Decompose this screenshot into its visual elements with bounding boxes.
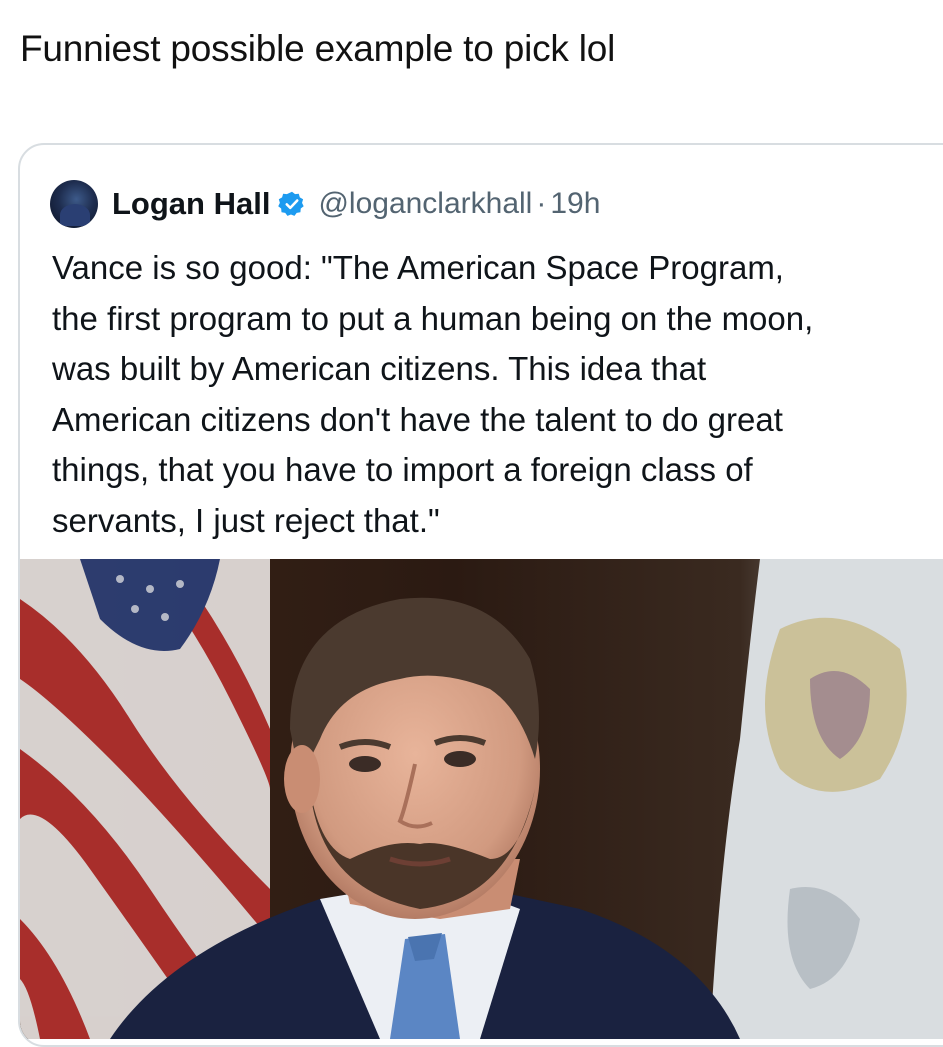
quoted-tweet-header: Logan Hall @loganclarkhall · 19h xyxy=(50,179,600,229)
verified-badge-icon xyxy=(278,190,306,218)
media-photo xyxy=(20,559,943,1039)
author-name[interactable]: Logan Hall xyxy=(112,186,270,222)
tweet-body-line: things, that you have to import a foreig… xyxy=(52,451,753,488)
tweet-body: Vance is so good: "The American Space Pr… xyxy=(52,243,943,546)
tweet-media-image[interactable] xyxy=(20,559,943,1039)
post-text: Funniest possible example to pick lol xyxy=(20,28,616,69)
tweet-body-line: servants, I just reject that." xyxy=(52,501,440,539)
separator-dot: · xyxy=(536,187,547,220)
quoted-tweet-card[interactable]: Logan Hall @loganclarkhall · 19h Vance i… xyxy=(18,143,943,1047)
tweet-body-line: the first program to put a human being o… xyxy=(52,299,814,337)
post-timestamp[interactable]: 19h xyxy=(550,187,600,221)
tweet-body-line: American citizens don't have the talent … xyxy=(52,400,783,438)
author-handle[interactable]: @loganclarkhall xyxy=(318,187,532,221)
avatar[interactable] xyxy=(50,180,98,228)
tweet-body-line: was built by American citizens. This ide… xyxy=(52,350,707,387)
tweet-body-line: Vance is so good: "The American Space Pr… xyxy=(52,249,784,286)
